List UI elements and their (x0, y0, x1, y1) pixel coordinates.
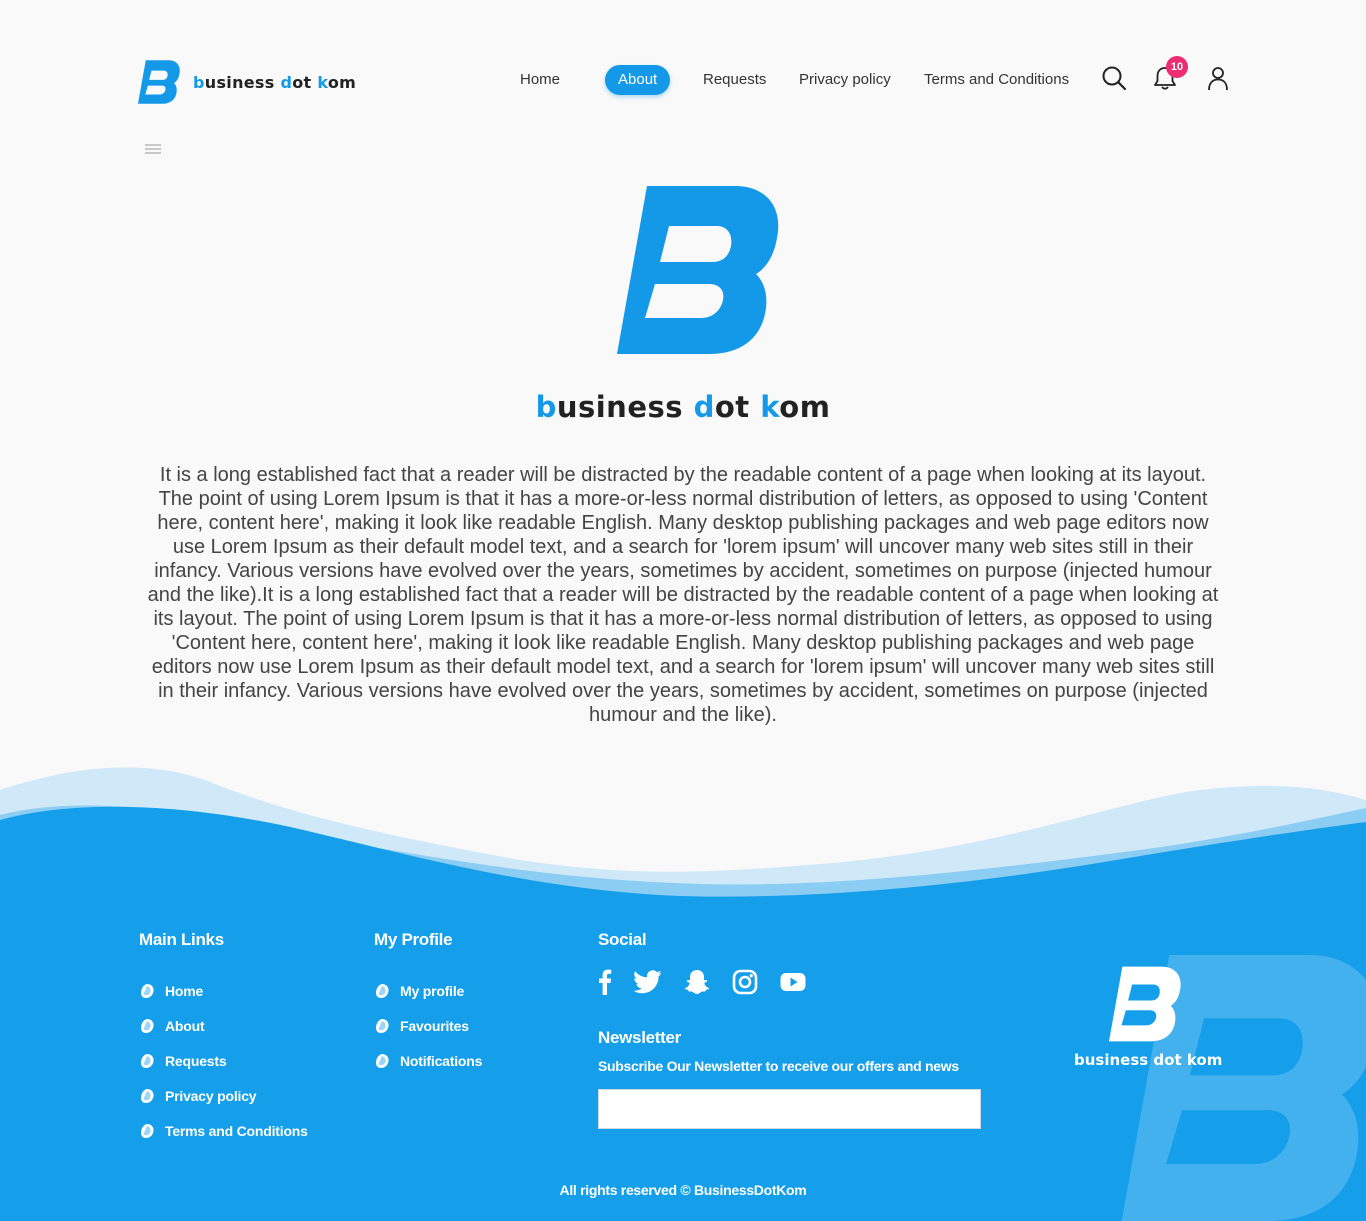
leaf-bullet-icon (376, 1018, 389, 1033)
newsletter-title: Newsletter (598, 1028, 681, 1047)
footer-link-my-profile[interactable]: My profile (400, 983, 464, 999)
footer-logo-icon (1109, 966, 1181, 1042)
brand-text-part: k (760, 390, 780, 424)
footer-social-title: Social (598, 930, 647, 949)
notification-count-badge: 10 (1166, 56, 1188, 78)
hero-brand-wordmark: business dot kom (0, 390, 1366, 424)
youtube-icon[interactable] (780, 968, 806, 996)
footer-social: Social Newsletter Subscribe Our Newslett… (598, 930, 981, 1129)
brand-text-part: ot (714, 390, 761, 424)
nav-home[interactable]: Home (520, 65, 560, 95)
instagram-icon[interactable] (732, 968, 758, 996)
social-icons (598, 968, 981, 996)
leaf-bullet-icon (141, 1123, 154, 1138)
facebook-icon[interactable] (598, 968, 612, 996)
leaf-bullet-icon (141, 1018, 154, 1033)
hamburger-icon[interactable] (145, 144, 161, 156)
search-icon[interactable] (1100, 64, 1128, 92)
leaf-bullet-icon (141, 1088, 154, 1103)
footer-main-links: Main Links Home About Requests Privacy p… (139, 930, 308, 1148)
footer-link-notifications[interactable]: Notifications (400, 1053, 482, 1069)
site-header: business dot kom Home About Requests Pri… (0, 0, 1366, 154)
twitter-icon[interactable] (634, 968, 662, 996)
newsletter-email-input[interactable] (598, 1089, 981, 1129)
brand-text-part: om (779, 390, 831, 424)
list-item: Privacy policy (139, 1078, 308, 1113)
user-icon[interactable] (1204, 64, 1232, 92)
footer-my-profile-title: My Profile (374, 930, 453, 949)
footer-link-home[interactable]: Home (165, 983, 203, 999)
nav-terms-and-conditions[interactable]: Terms and Conditions (924, 65, 1069, 95)
copyright-text: All rights reserved © BusinessDotKom (559, 1182, 807, 1198)
leaf-bullet-icon (141, 983, 154, 998)
footer-link-about[interactable]: About (165, 1018, 205, 1034)
list-item: Terms and Conditions (139, 1113, 308, 1148)
brand-text-part: b (535, 390, 557, 424)
footer-main-links-title: Main Links (139, 930, 224, 949)
footer-logo[interactable]: business dot kom (1074, 966, 1223, 1069)
list-item: Notifications (374, 1043, 482, 1078)
footer-link-privacy-policy[interactable]: Privacy policy (165, 1088, 257, 1104)
list-item: About (139, 1008, 308, 1043)
footer-brand-wordmark: business dot kom (1074, 1051, 1223, 1069)
hero-logo-icon (617, 186, 779, 354)
list-item: Requests (139, 1043, 308, 1078)
list-item: My profile (374, 973, 482, 1008)
brand-text-part: d (693, 390, 715, 424)
footer-link-requests[interactable]: Requests (165, 1053, 227, 1069)
about-text: It is a long established fact that a rea… (147, 464, 1219, 726)
nav-requests[interactable]: Requests (703, 65, 766, 95)
leaf-bullet-icon (376, 983, 389, 998)
footer-my-profile: My Profile My profile Favourites Notific… (374, 930, 482, 1078)
nav-about[interactable]: About (605, 65, 671, 95)
newsletter-subtitle: Subscribe Our Newsletter to receive our … (598, 1058, 959, 1074)
footer-link-terms-and-conditions[interactable]: Terms and Conditions (165, 1123, 308, 1139)
list-item: Home (139, 973, 308, 1008)
snapchat-icon[interactable] (684, 968, 710, 996)
nav-privacy-policy[interactable]: Privacy policy (799, 65, 891, 95)
leaf-bullet-icon (376, 1053, 389, 1068)
leaf-bullet-icon (141, 1053, 154, 1068)
list-item: Favourites (374, 1008, 482, 1043)
footer-link-favourites[interactable]: Favourites (400, 1018, 469, 1034)
brand-text-part: usiness (556, 390, 694, 424)
